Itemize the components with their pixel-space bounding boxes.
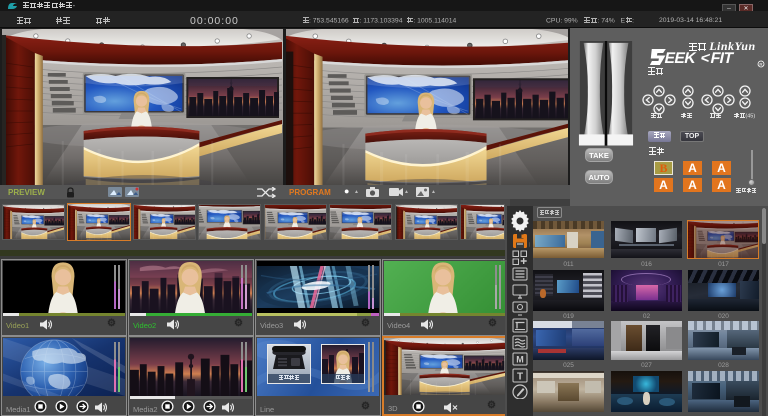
svg-text:FIT: FIT — [709, 50, 735, 67]
svg-text:EEK: EEK — [663, 50, 698, 67]
svg-text:M: M — [516, 355, 524, 365]
svg-text:T: T — [517, 372, 523, 383]
